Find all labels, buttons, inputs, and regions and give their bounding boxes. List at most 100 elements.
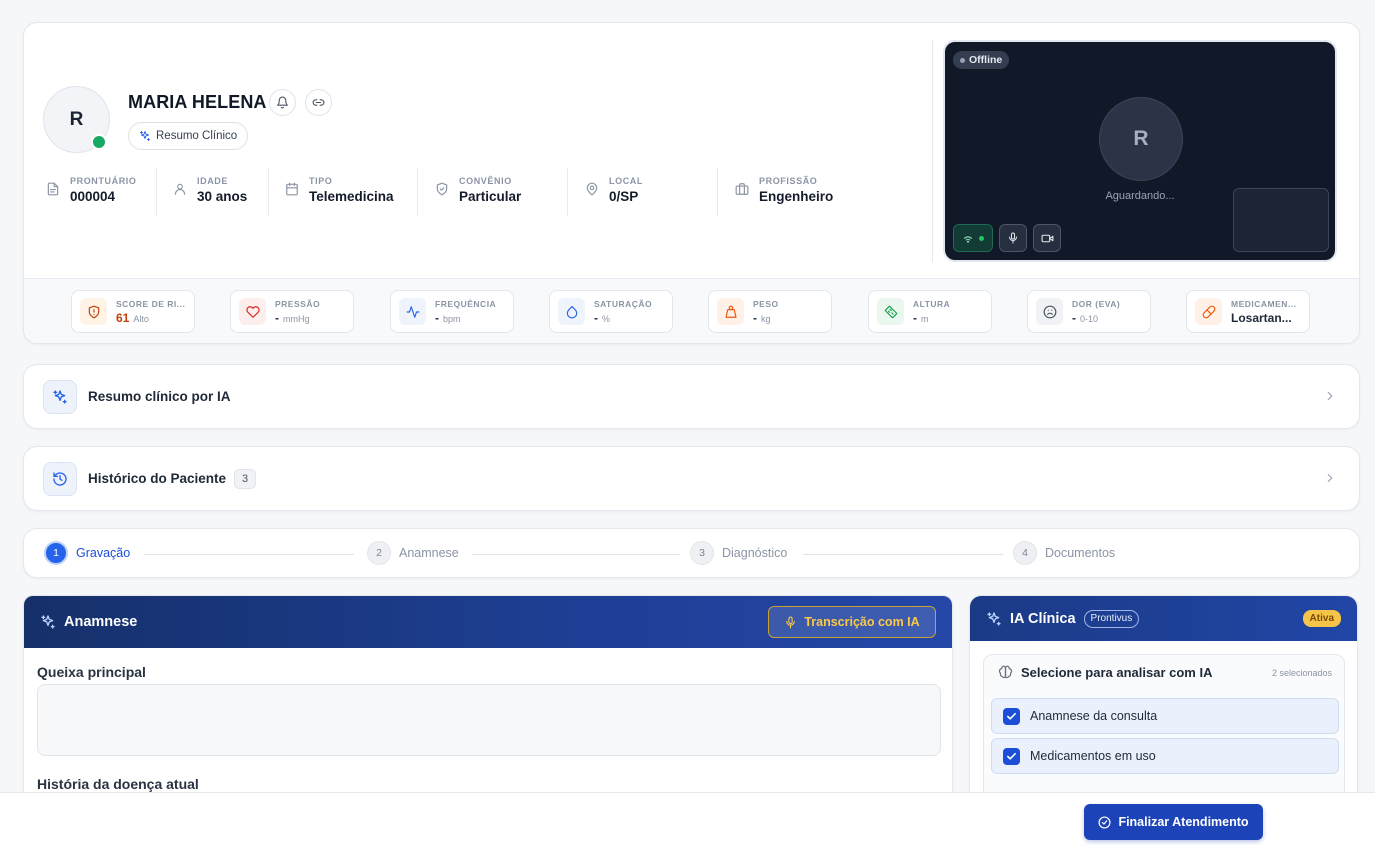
shield-icon bbox=[436, 182, 448, 196]
microphone-button[interactable] bbox=[999, 224, 1027, 252]
present-illness-label: História da doença atual bbox=[37, 776, 199, 792]
check-circle-icon bbox=[1098, 815, 1111, 829]
meta-location: LOCAL 0/SP bbox=[585, 168, 643, 216]
sparkles-icon bbox=[140, 131, 150, 141]
frown-icon bbox=[1043, 305, 1056, 318]
activity-icon bbox=[406, 305, 419, 318]
vital-label: SATURAÇÃO bbox=[594, 298, 653, 309]
vital-icon-box bbox=[558, 298, 585, 325]
vital-label: MEDICAMEN... bbox=[1231, 298, 1297, 309]
ai-summary-icon-box bbox=[43, 379, 77, 414]
ai-option-label: Anamnese da consulta bbox=[1030, 709, 1158, 723]
vitals-strip: SCORE DE RI... 61 Alto PRESSÃO - mmHg FREQUÊ… bbox=[24, 278, 1359, 343]
step-documents[interactable]: 4 Documentos bbox=[1013, 541, 1115, 565]
check-icon bbox=[1007, 712, 1016, 720]
meta-label: PRONTUÁRIO bbox=[70, 176, 137, 186]
history-title: Histórico do Paciente bbox=[88, 471, 227, 486]
step-number: 2 bbox=[367, 541, 391, 565]
step-connector bbox=[144, 554, 354, 555]
ai-summary-section[interactable]: Resumo clínico por IA bbox=[23, 364, 1360, 429]
ai-option-label: Medicamentos em uso bbox=[1030, 749, 1156, 763]
vital-weight[interactable]: PESO - kg bbox=[708, 290, 832, 333]
link-icon bbox=[312, 99, 325, 106]
divider bbox=[268, 168, 269, 216]
self-view-preview bbox=[1233, 188, 1329, 252]
clinical-summary-chip[interactable]: Resumo Clínico bbox=[128, 122, 249, 150]
finish-consultation-button[interactable]: Finalizar Atendimento bbox=[1084, 804, 1263, 840]
active-status-badge: Ativa bbox=[1302, 610, 1341, 627]
clinical-summary-label: Resumo Clínico bbox=[156, 130, 238, 142]
video-camera-icon bbox=[1041, 234, 1053, 242]
vital-unit: m bbox=[921, 313, 929, 324]
patient-history-section[interactable]: Histórico do Paciente 3 bbox=[23, 446, 1360, 511]
checkbox-checked[interactable] bbox=[1003, 707, 1020, 725]
action-footer: Finalizar Atendimento bbox=[0, 792, 1375, 845]
vital-value: - bbox=[913, 310, 917, 325]
step-connector bbox=[803, 554, 1003, 555]
vital-unit: 0-10 bbox=[1080, 313, 1099, 324]
vital-value: Losartan... bbox=[1231, 310, 1292, 325]
vital-icon-box bbox=[399, 298, 426, 325]
divider bbox=[932, 40, 933, 262]
vital-value: - bbox=[1072, 310, 1076, 325]
meta-insurance: CONVÊNIO Particular bbox=[435, 168, 521, 216]
vital-unit: % bbox=[602, 313, 611, 324]
step-recording[interactable]: 1 Gravação bbox=[44, 541, 130, 565]
meta-value: Telemedicina bbox=[309, 189, 394, 204]
divider bbox=[417, 168, 418, 216]
vital-value: 61 bbox=[116, 310, 130, 325]
vital-saturation[interactable]: SATURAÇÃO -% bbox=[549, 290, 673, 333]
sparkles-icon bbox=[987, 611, 1001, 626]
network-status-button[interactable] bbox=[953, 224, 993, 252]
vital-unit: kg bbox=[761, 313, 771, 324]
meta-label: CONVÊNIO bbox=[459, 176, 512, 186]
connection-status-badge: Offline bbox=[953, 51, 1010, 69]
step-anamnesis[interactable]: 2 Anamnese bbox=[367, 541, 459, 565]
vital-value: - bbox=[275, 310, 279, 325]
meta-value: Engenheiro bbox=[759, 189, 834, 204]
pill-icon bbox=[1202, 305, 1215, 318]
vital-value: - bbox=[435, 310, 439, 325]
ai-transcription-button[interactable]: Transcrição com IA bbox=[768, 606, 936, 638]
vital-icon-box bbox=[1036, 298, 1063, 325]
history-icon bbox=[53, 471, 67, 486]
vital-unit: Alto bbox=[133, 313, 149, 324]
vital-pain-scale[interactable]: DOR (EVA) -0-10 bbox=[1027, 290, 1151, 333]
copy-link-button[interactable] bbox=[305, 89, 332, 116]
vital-risk-score[interactable]: SCORE DE RI... 61 Alto bbox=[71, 290, 195, 333]
vital-blood-pressure[interactable]: PRESSÃO - mmHg bbox=[230, 290, 354, 333]
notification-button[interactable] bbox=[269, 89, 296, 116]
step-diagnosis[interactable]: 3 Diagnóstico bbox=[690, 541, 787, 565]
chief-complaint-label: Queixa principal bbox=[37, 664, 146, 680]
clinical-ai-title: IA Clínica bbox=[1010, 610, 1076, 627]
status-dot bbox=[960, 57, 965, 63]
document-icon bbox=[47, 182, 59, 196]
avatar-initial: R bbox=[69, 108, 84, 130]
user-icon bbox=[174, 183, 186, 195]
workflow-stepper: 1 Gravação 2 Anamnese 3 Diagnóstico 4 Do… bbox=[23, 528, 1360, 578]
history-icon-box bbox=[43, 461, 77, 496]
chevron-right-icon[interactable] bbox=[1323, 471, 1337, 485]
vital-icon-box bbox=[80, 298, 107, 325]
camera-button[interactable] bbox=[1033, 224, 1061, 252]
patient-name: MARIA HELENA bbox=[128, 92, 267, 112]
vital-value: - bbox=[753, 310, 757, 325]
step-label: Anamnese bbox=[399, 546, 459, 560]
ai-option-anamnesis[interactable]: Anamnese da consulta bbox=[991, 698, 1339, 734]
remote-avatar-initial: R bbox=[1133, 127, 1149, 150]
meta-age: IDADE 30 anos bbox=[173, 168, 247, 216]
vital-height[interactable]: ALTURA - m bbox=[868, 290, 992, 333]
vital-heart-rate[interactable]: FREQUÊNCIA - bpm bbox=[390, 290, 514, 333]
checkbox-checked[interactable] bbox=[1003, 747, 1020, 765]
ai-summary-title: Resumo clínico por IA bbox=[88, 389, 231, 404]
ai-transcription-label: Transcrição com IA bbox=[804, 615, 920, 629]
ai-option-medications[interactable]: Medicamentos em uso bbox=[991, 738, 1339, 774]
meta-label: PROFISSÃO bbox=[759, 176, 818, 186]
vital-label: SCORE DE RI... bbox=[116, 298, 186, 309]
chief-complaint-textarea[interactable] bbox=[37, 684, 941, 756]
vital-icon-box bbox=[239, 298, 266, 325]
meta-profession: PROFISSÃO Engenheiro bbox=[735, 168, 833, 216]
vital-medications[interactable]: MEDICAMEN... Losartan... bbox=[1186, 290, 1310, 333]
finish-consultation-label: Finalizar Atendimento bbox=[1118, 815, 1249, 829]
chevron-right-icon[interactable] bbox=[1323, 389, 1337, 403]
